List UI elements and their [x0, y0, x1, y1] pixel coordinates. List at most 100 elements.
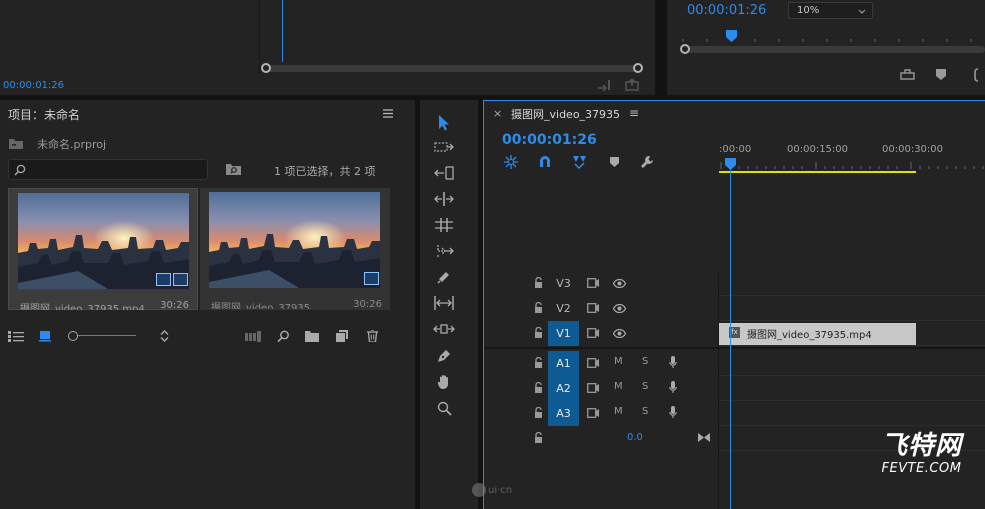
track-name-a3[interactable]: A3 [548, 401, 579, 426]
linked-selection-icon[interactable] [571, 154, 587, 170]
source-timecode[interactable]: 00:00:01:26 [3, 80, 64, 91]
master-volume-value[interactable]: 0.0 [627, 432, 643, 443]
sort-icon[interactable] [157, 329, 171, 343]
brand-cn-text: 飞特网 [880, 431, 962, 461]
slip-tool-icon[interactable] [433, 293, 455, 313]
tools-panel [420, 100, 478, 509]
solo-button[interactable]: S [642, 406, 648, 417]
snap-icon[interactable] [537, 154, 553, 170]
sync-lock-icon[interactable] [587, 383, 599, 396]
mute-button[interactable]: M [614, 381, 623, 392]
mute-button[interactable]: M [614, 356, 623, 367]
ui-cn-logo-icon [472, 483, 486, 497]
track-forward-tool-icon[interactable] [433, 241, 455, 261]
work-area-bar[interactable] [719, 171, 916, 173]
find-icon[interactable] [276, 329, 290, 343]
eye-icon[interactable] [612, 328, 627, 341]
sequence-thumbnail-card[interactable]: 摄图网_video_37935 30:26 [200, 188, 390, 310]
lift-icon[interactable] [899, 67, 915, 83]
track-name-a1[interactable]: A1 [548, 351, 579, 376]
panel-menu-icon[interactable] [381, 107, 395, 119]
rolling-edit-tool-icon[interactable] [433, 189, 455, 209]
microphone-icon[interactable] [669, 356, 677, 372]
zoom-tool-icon[interactable] [433, 398, 455, 418]
thumbnail-size-slider[interactable] [68, 331, 138, 341]
clip-duration: 30:26 [160, 300, 189, 310]
project-panel-title[interactable]: 项目：未命名 [8, 106, 80, 123]
hand-tool-icon[interactable] [433, 372, 455, 392]
sync-lock-icon[interactable] [587, 278, 599, 291]
track-name-v1[interactable]: V1 [548, 321, 579, 346]
new-item-icon[interactable] [335, 329, 349, 343]
program-zoom-scrollbar[interactable] [685, 46, 985, 53]
lock-icon[interactable] [534, 326, 543, 341]
export-frame-icon[interactable] [624, 78, 640, 92]
insert-icon[interactable] [596, 78, 612, 92]
track-lane-v3[interactable] [719, 271, 985, 296]
ripple-edit-tool-icon[interactable] [433, 163, 455, 183]
source-zoom-scrollbar[interactable] [266, 65, 638, 72]
sync-lock-icon[interactable] [587, 303, 599, 316]
timeline-timecode[interactable]: 00:00:01:26 [502, 132, 597, 148]
trash-icon[interactable] [365, 329, 379, 343]
zoom-select[interactable]: 10% [788, 2, 873, 19]
timeline-tab-title[interactable]: 摄图网_video_37935 [511, 106, 620, 122]
lock-icon[interactable] [534, 356, 543, 371]
automate-to-sequence-icon[interactable] [244, 329, 262, 343]
video-clip[interactable]: fx 摄图网_video_37935.mp4 [719, 323, 916, 345]
mark-in-icon[interactable] [971, 67, 981, 83]
program-zoom-handle[interactable] [680, 44, 690, 54]
nest-sequence-icon[interactable] [503, 154, 519, 170]
lock-icon[interactable] [534, 276, 543, 291]
mute-button[interactable]: M [614, 406, 623, 417]
source-zoom-handle-right[interactable] [633, 63, 643, 73]
track-name-v3[interactable]: V3 [548, 271, 579, 296]
eye-icon[interactable] [612, 303, 627, 316]
solo-button[interactable]: S [642, 381, 648, 392]
sync-lock-icon[interactable] [587, 408, 599, 421]
audio-badge-icon [173, 273, 188, 286]
track-lane-a2[interactable] [719, 376, 985, 401]
video-track-area [484, 175, 985, 271]
track-name-v2[interactable]: V2 [548, 296, 579, 321]
timeline-tab-menu-button[interactable]: ≡ [629, 106, 639, 120]
clip-thumbnail-card[interactable]: 摄图网_video_37935.mp4 30:26 [8, 188, 198, 310]
track-lane-v1[interactable]: fx 摄图网_video_37935.mp4 [719, 321, 985, 346]
add-marker-icon[interactable] [933, 67, 949, 83]
rate-stretch-tool-icon[interactable] [433, 215, 455, 235]
source-zoom-handle-left[interactable] [261, 63, 271, 73]
find-bin-icon[interactable] [225, 161, 241, 177]
lock-icon[interactable] [534, 431, 543, 446]
icon-view-icon[interactable] [37, 329, 53, 343]
sync-lock-icon[interactable] [587, 358, 599, 371]
new-bin-icon[interactable] [304, 329, 320, 343]
track-lane-a3[interactable] [719, 401, 985, 426]
sync-lock-icon[interactable] [587, 328, 599, 341]
microphone-icon[interactable] [669, 406, 677, 422]
microphone-icon[interactable] [669, 381, 677, 397]
brand-watermark: 飞特网 FEVTE.COM [864, 431, 979, 476]
program-timecode[interactable]: 00:00:01:26 [687, 3, 766, 18]
lock-icon[interactable] [534, 301, 543, 316]
track-lane-v2[interactable] [719, 296, 985, 321]
video-audio-divider[interactable] [484, 347, 985, 349]
lock-icon[interactable] [534, 406, 543, 421]
solo-button[interactable]: S [642, 356, 648, 367]
timeline-tab-close-button[interactable]: × [493, 107, 502, 120]
pen-tool-icon[interactable] [433, 346, 455, 366]
selection-tool-icon[interactable] [433, 113, 455, 133]
track-name-a2[interactable]: A2 [548, 376, 579, 401]
project-search-input[interactable] [8, 159, 208, 180]
lock-icon[interactable] [534, 381, 543, 396]
timeline-ruler[interactable]: :00:00 00:00:15:00 00:00:30:00 [719, 141, 985, 175]
slide-tool-icon[interactable] [433, 319, 455, 339]
add-marker-icon[interactable] [606, 154, 622, 170]
track-lane-a1[interactable] [719, 351, 985, 376]
wrench-icon[interactable] [639, 154, 655, 170]
razor-tool-icon[interactable] [433, 267, 455, 287]
list-view-icon[interactable] [7, 329, 25, 343]
bowtie-icon[interactable] [698, 432, 710, 445]
track-select-tool-icon[interactable] [433, 137, 455, 157]
program-playhead[interactable] [726, 30, 737, 42]
eye-icon[interactable] [612, 278, 627, 291]
